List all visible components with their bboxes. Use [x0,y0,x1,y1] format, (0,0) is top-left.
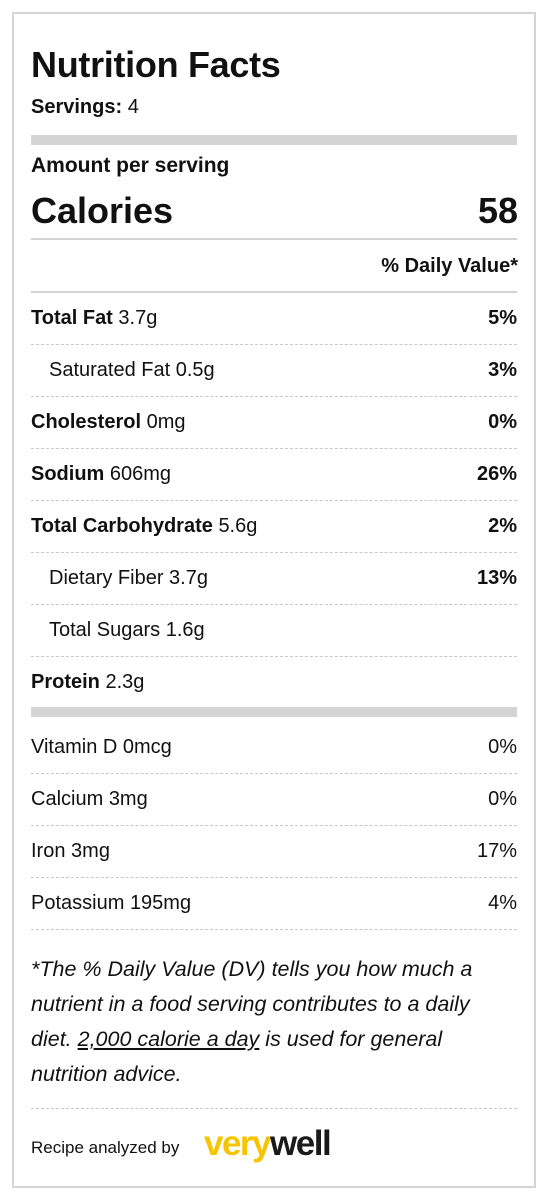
nutrient-dv: 5% [488,307,517,329]
servings-label: Servings: [31,96,123,118]
nutrient-name: Dietary Fiber 3.7g [49,567,208,590]
vitamin-amount: 3mg [71,840,110,862]
nutrient-label: Dietary Fiber [49,567,164,589]
vitamin-dv: 4% [488,892,517,914]
nutrient-row-dietary-fiber: Dietary Fiber 3.7g 13% [31,553,517,605]
nutrient-name: Total Sugars 1.6g [49,619,205,642]
calorie-link[interactable]: 2,000 calorie a day [78,1027,260,1051]
vitamin-label: Calcium [31,788,104,810]
nutrient-dv: 0% [488,411,517,433]
thick-divider-top [31,135,517,145]
nutrient-name: Cholesterol 0mg [31,411,186,434]
page-title: Nutrition Facts [31,44,281,85]
nutrient-label: Saturated Fat [49,359,171,381]
recipe-analyzed-label: Recipe analyzed by [31,1138,180,1157]
vitamin-amount: 3mg [108,788,148,810]
nutrient-amount: 5.6g [218,515,258,537]
vitamin-dv: 17% [476,840,517,862]
vitamin-label: Vitamin D [31,736,118,758]
servings-value: 4 [127,96,139,118]
nutrient-name: Saturated Fat 0.5g [49,359,215,382]
nutrient-dv: 26% [476,463,517,485]
nutrient-row-total-carbohydrate: Total Carbohydrate 5.6g 2% [31,501,517,553]
vitamin-row-calcium: Calcium 3mg 0% [31,774,517,826]
daily-value-header: % Daily Value* [381,255,518,277]
vitamin-row-potassium: Potassium 195mg 4% [31,878,517,930]
calories-label: Calories [31,190,174,231]
vitamin-amount: 195mg [129,892,192,914]
vitamin-dv: 0% [488,788,517,810]
calories-divider [31,238,517,240]
nutrient-row-cholesterol: Cholesterol 0mg 0% [31,397,517,449]
vitamin-amount: 0mcg [122,736,172,758]
thick-divider-vitamins [31,707,517,717]
vitamin-row-vitamin-d: Vitamin D 0mcg 0% [31,722,517,774]
nutrient-label: Total Fat [31,307,113,329]
verywell-logo[interactable]: verywell [204,1124,332,1164]
nutrient-amount: 0.5g [175,359,215,381]
logo-very: very [204,1124,272,1163]
vitamin-row-iron: Iron 3mg 17% [31,826,517,878]
nutrient-name: Sodium 606mg [31,463,171,486]
nutrient-name: Total Carbohydrate 5.6g [31,515,257,538]
nutrient-amount: 0mg [146,411,186,433]
amount-per-serving: Amount per serving [31,154,230,177]
nutrient-row-total-sugars: Total Sugars 1.6g [31,605,517,657]
nutrient-dv: 3% [488,359,517,381]
nutrient-row-total-fat: Total Fat 3.7g 5% [31,293,517,345]
vitamin-name: Iron 3mg [31,840,110,863]
vitamin-dv: 0% [488,736,517,758]
calories-value: 58 [477,190,518,231]
nutrient-name: Protein 2.3g [31,671,144,694]
vitamin-label: Potassium [31,892,125,914]
vitamin-name: Potassium 195mg [31,892,191,915]
footer-divider [31,1108,517,1109]
servings: Servings: 4 [31,96,139,119]
nutrient-row-protein: Protein 2.3g [31,657,517,709]
nutrient-row-saturated-fat: Saturated Fat 0.5g 3% [31,345,517,397]
nutrient-label: Cholesterol [31,411,142,433]
vitamin-label: Iron [31,840,66,862]
logo-well: well [270,1124,332,1163]
nutrient-label: Protein [31,671,100,693]
daily-value-footnote: *The % Daily Value (DV) tells you how mu… [31,952,501,1092]
nutrient-amount: 606mg [109,463,172,485]
nutrient-amount: 2.3g [105,671,145,693]
nutrient-label: Sodium [31,463,105,485]
nutrient-dv: 2% [488,515,517,537]
nutrient-dv: 13% [476,567,517,589]
vitamin-name: Calcium 3mg [31,788,148,811]
nutrient-label: Total Carbohydrate [31,515,213,537]
vitamin-name: Vitamin D 0mcg [31,736,172,759]
nutrient-label: Total Sugars [49,619,161,641]
nutrient-name: Total Fat 3.7g [31,307,157,330]
nutrient-amount: 1.6g [165,619,205,641]
nutrient-amount: 3.7g [169,567,208,589]
nutrient-row-sodium: Sodium 606mg 26% [31,449,517,501]
nutrient-amount: 3.7g [118,307,158,329]
